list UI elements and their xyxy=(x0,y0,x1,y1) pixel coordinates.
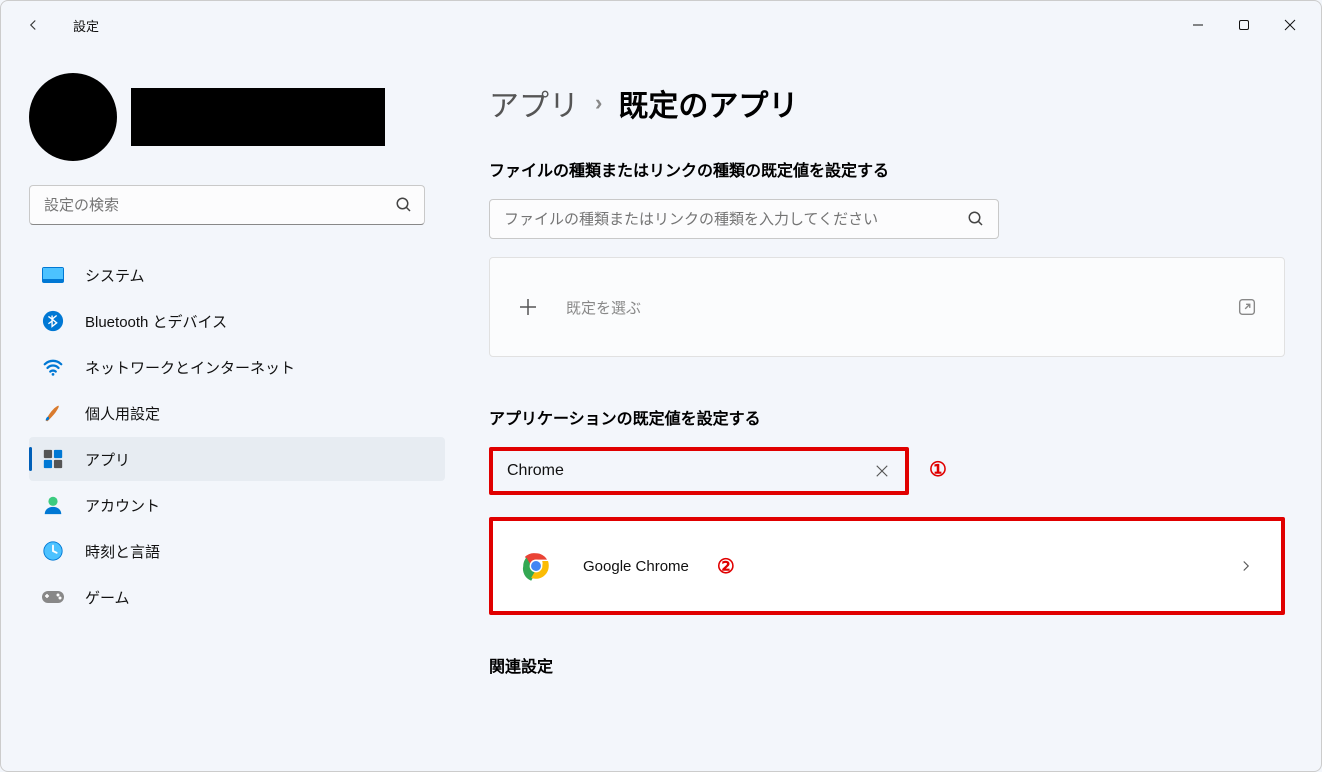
nav-list: システム Bluetooth とデバイス ネットワークとインターネット 個人用設… xyxy=(29,253,445,619)
avatar xyxy=(29,73,117,161)
chrome-icon xyxy=(519,549,553,583)
nav-label: アカウント xyxy=(85,495,160,516)
bluetooth-icon xyxy=(41,309,65,333)
nav-label: Bluetooth とデバイス xyxy=(85,311,227,332)
choose-default-button[interactable]: 既定を選ぶ xyxy=(489,257,1285,357)
chevron-right-icon xyxy=(1237,557,1255,575)
nav-apps[interactable]: アプリ xyxy=(29,437,445,481)
title-bar: 設定 xyxy=(1,1,1321,49)
filetype-search-input[interactable] xyxy=(489,199,999,239)
app-search xyxy=(489,447,909,495)
nav-label: アプリ xyxy=(85,449,130,470)
clear-button[interactable] xyxy=(873,462,891,480)
nav-personalization[interactable]: 個人用設定 xyxy=(29,391,445,435)
nav-time-language[interactable]: 時刻と言語 xyxy=(29,529,445,573)
close-icon xyxy=(1284,19,1296,31)
nav-label: ゲーム xyxy=(85,587,130,608)
brush-icon xyxy=(41,401,65,425)
nav-label: ネットワークとインターネット xyxy=(85,357,295,378)
breadcrumb-current: 既定のアプリ xyxy=(618,81,798,125)
sidebar: システム Bluetooth とデバイス ネットワークとインターネット 個人用設… xyxy=(1,49,461,771)
related-settings-title: 関連設定 xyxy=(489,653,1281,677)
nav-system[interactable]: システム xyxy=(29,253,445,297)
plus-icon xyxy=(516,295,540,319)
gamepad-icon xyxy=(41,585,65,609)
search-icon xyxy=(967,210,985,228)
nav-network[interactable]: ネットワークとインターネット xyxy=(29,345,445,389)
breadcrumb: アプリ › 既定のアプリ xyxy=(489,81,1281,125)
nav-label: 時刻と言語 xyxy=(85,541,160,562)
breadcrumb-parent[interactable]: アプリ xyxy=(489,81,579,125)
app-search-input[interactable] xyxy=(493,451,905,491)
maximize-button[interactable] xyxy=(1221,1,1267,49)
nav-label: 個人用設定 xyxy=(85,403,160,424)
apps-icon xyxy=(41,447,65,471)
filetype-search xyxy=(489,199,999,239)
nav-accounts[interactable]: アカウント xyxy=(29,483,445,527)
settings-search-input[interactable] xyxy=(29,185,425,225)
nav-bluetooth[interactable]: Bluetooth とデバイス xyxy=(29,299,445,343)
annotation-2: ② xyxy=(717,554,735,579)
app-result-name: Google Chrome xyxy=(583,558,689,575)
maximize-icon xyxy=(1238,19,1250,31)
settings-search xyxy=(29,185,425,225)
minimize-button[interactable] xyxy=(1175,1,1221,49)
wifi-icon xyxy=(41,355,65,379)
app-section-title: アプリケーションの既定値を設定する xyxy=(489,405,1281,429)
chevron-right-icon: › xyxy=(595,90,602,116)
account-icon xyxy=(41,493,65,517)
back-button[interactable] xyxy=(17,9,49,41)
annotation-1: ① xyxy=(929,457,947,482)
app-result-google-chrome[interactable]: Google Chrome ② xyxy=(489,517,1285,615)
nav-gaming[interactable]: ゲーム xyxy=(29,575,445,619)
minimize-icon xyxy=(1192,19,1204,31)
nav-label: システム xyxy=(85,265,145,286)
arrow-left-icon xyxy=(24,16,42,34)
main-panel: アプリ › 既定のアプリ ファイルの種類またはリンクの種類の既定値を設定する 既… xyxy=(461,49,1321,771)
user-name-redacted xyxy=(131,88,385,146)
choose-default-label: 既定を選ぶ xyxy=(566,297,1236,318)
filetype-section-title: ファイルの種類またはリンクの種類の既定値を設定する xyxy=(489,157,1281,181)
window-title: 設定 xyxy=(73,16,99,35)
external-link-icon xyxy=(1236,296,1258,318)
profile-area[interactable] xyxy=(29,73,445,161)
search-icon xyxy=(395,196,413,214)
clock-globe-icon xyxy=(41,539,65,563)
close-button[interactable] xyxy=(1267,1,1313,49)
system-icon xyxy=(41,263,65,287)
